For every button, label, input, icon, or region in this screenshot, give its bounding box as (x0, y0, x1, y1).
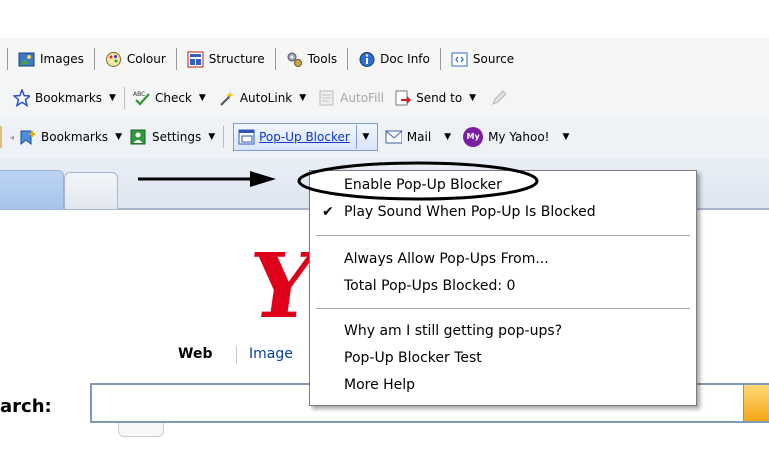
chevron-left-icon: ◂ (10, 132, 15, 142)
toolbar-separator (175, 48, 177, 70)
popup-blocker-icon (238, 129, 255, 146)
chevron-down-icon: ▼ (109, 93, 116, 103)
star-icon (13, 89, 30, 107)
structure-label: Structure (208, 52, 265, 66)
autolink-label: AutoLink (239, 91, 293, 105)
menu-item-more-help[interactable]: More Help (344, 377, 415, 393)
checkmark-icon: ✔ (322, 204, 334, 220)
myyahoo-icon: My (463, 127, 484, 147)
chevron-down-icon: ▼ (469, 93, 477, 103)
settings-icon (130, 129, 147, 146)
web-link[interactable]: Web (178, 346, 212, 362)
menu-item-popup-test[interactable]: Pop-Up Blocker Test (344, 350, 482, 366)
yahoo-toolbar: ◂ Bookmarks ▼ Settings ▼ Pop-Up Blocker … (0, 116, 769, 159)
images-icon (18, 51, 35, 68)
autolink-button[interactable]: AutoLink ▼ (215, 88, 309, 109)
toolbar-grip[interactable] (0, 126, 6, 148)
settings-button[interactable]: Settings ▼ (127, 127, 218, 148)
yahoo-logo: Y (245, 252, 315, 320)
menu-item-always-allow[interactable]: Always Allow Pop-Ups From... (344, 251, 549, 267)
colour-icon (105, 51, 122, 68)
bookmarks-add-button[interactable]: Bookmarks ▼ (16, 127, 125, 148)
autofill-label: AutoFill (340, 91, 385, 105)
spellcheck-icon: ABC (133, 90, 150, 107)
pencil-button[interactable] (487, 88, 510, 109)
chevron-down-icon: ▼ (562, 132, 570, 142)
popup-blocker-dropdown[interactable]: ▼ (355, 125, 375, 149)
toolbar-separator (347, 48, 349, 70)
tab-active[interactable] (0, 170, 64, 209)
images-link[interactable]: Image (249, 346, 293, 362)
search-options-tab[interactable] (118, 423, 164, 437)
toolbar-separator (439, 48, 441, 70)
menu-item-play-sound[interactable]: Play Sound When Pop-Up Is Blocked (344, 204, 596, 220)
chevron-down-icon: ▼ (208, 132, 216, 142)
sendto-button[interactable]: Send to ▼ (391, 88, 479, 109)
check-button[interactable]: ABC Check ▼ (130, 88, 209, 109)
chevron-down-icon: ▼ (115, 132, 122, 142)
check-label: Check (154, 91, 192, 105)
mail-label: Mail (406, 130, 432, 144)
mail-icon (385, 129, 402, 146)
chevron-down-icon: ▼ (444, 132, 452, 142)
bookmarks-label: Bookmarks (35, 91, 103, 105)
pencil-icon (490, 90, 507, 107)
menu-item-why-popups[interactable]: Why am I still getting pop-ups? (344, 323, 562, 339)
svg-text:ABC: ABC (133, 91, 145, 98)
highlight-oval (297, 161, 539, 201)
autofill-icon (318, 90, 335, 107)
images-button[interactable]: Images (15, 49, 87, 70)
arrow-icon (138, 171, 276, 187)
images-label: Images (40, 52, 84, 66)
bookmarks-label-2: Bookmarks (41, 130, 109, 144)
docinfo-label: Doc Info (380, 52, 430, 66)
toolbar-separator (223, 126, 225, 148)
source-label: Source (472, 52, 515, 66)
source-icon (451, 51, 468, 68)
docinfo-icon (358, 51, 375, 68)
autofill-button[interactable]: AutoFill (315, 88, 387, 109)
web-developer-toolbar: Images Colour Structure Tools Doc Info S… (0, 38, 769, 80)
chevron-down-icon: ▼ (299, 93, 307, 103)
docinfo-button[interactable]: Doc Info (355, 49, 433, 70)
search-button[interactable] (743, 385, 769, 421)
myyahoo-button[interactable]: My My Yahoo! ▼ (460, 125, 572, 149)
colour-label: Colour (126, 52, 166, 66)
toolbar-separator (7, 48, 8, 70)
tools-icon (286, 51, 303, 68)
toolbar-separator (274, 48, 276, 70)
structure-icon (187, 51, 204, 68)
bookmarks-button[interactable]: Bookmarks ▼ (10, 88, 119, 109)
menu-separator (316, 235, 690, 236)
menu-item-total-blocked[interactable]: Total Pop-Ups Blocked: 0 (344, 278, 515, 294)
tab-inactive[interactable] (64, 172, 118, 209)
link-divider (236, 346, 237, 364)
sendto-label: Send to (416, 91, 463, 105)
settings-label: Settings (151, 130, 202, 144)
toolbar-separator (123, 87, 125, 109)
bookmark-add-icon (19, 129, 36, 146)
myyahoo-label: My Yahoo! (488, 130, 550, 144)
popup-blocker-label: Pop-Up Blocker (259, 130, 350, 144)
mail-button[interactable]: Mail ▼ (382, 127, 454, 148)
popup-blocker-menu: Enable Pop-Up Blocker ✔ Play Sound When … (309, 170, 697, 406)
search-label: arch: (0, 396, 52, 417)
sendto-icon (394, 90, 412, 107)
chevron-down-icon: ▼ (198, 93, 206, 103)
utility-toolbar: Bookmarks ▼ ABC Check ▼ AutoLink ▼ AutoF… (0, 80, 769, 116)
structure-button[interactable]: Structure (184, 49, 268, 70)
colour-button[interactable]: Colour (102, 49, 169, 70)
popup-blocker-button[interactable]: Pop-Up Blocker ▼ (233, 123, 378, 151)
menu-separator (316, 308, 690, 309)
tools-label: Tools (307, 52, 338, 66)
tools-button[interactable]: Tools (283, 49, 341, 70)
wand-icon (218, 90, 235, 107)
toolbar-separator (93, 48, 95, 70)
source-button[interactable]: Source (448, 49, 517, 70)
